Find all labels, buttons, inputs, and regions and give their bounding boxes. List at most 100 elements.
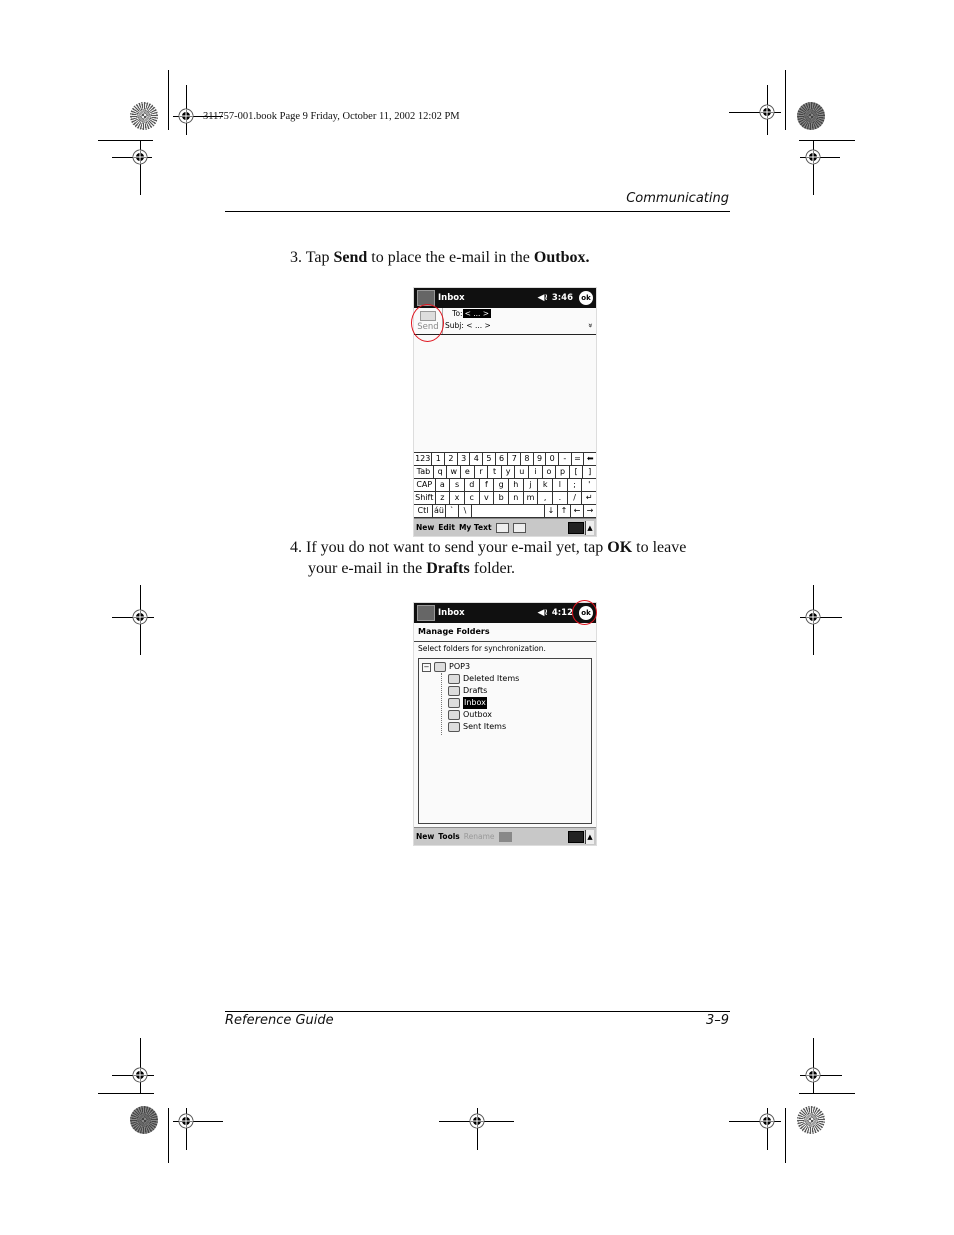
speaker-icon[interactable]: ◀≀ [538,608,548,618]
keyboard-icon[interactable] [568,521,584,534]
keyboard-key[interactable]: k [538,479,554,491]
collapse-icon[interactable]: − [422,662,431,672]
keyboard-key[interactable]: x [450,492,465,504]
clock[interactable]: 4:12 [552,608,573,618]
keyboard-key[interactable]: w [447,466,462,478]
keyboard-key[interactable]: . [553,492,568,504]
message-body[interactable] [414,335,596,452]
deleted-items-icon [448,674,460,684]
menu-edit[interactable]: Edit [438,523,455,532]
keyboard-key[interactable]: Tab [414,466,434,478]
keyboard-key[interactable]: \ [459,505,472,517]
keyboard-key[interactable]: 0 [546,453,560,465]
keyboard-key[interactable]: q [434,466,448,478]
keyboard-key[interactable]: o [543,466,557,478]
keyboard-key[interactable]: , [538,492,554,504]
keyboard-key[interactable]: t [488,466,502,478]
keyboard-key[interactable]: u [515,466,530,478]
attachment-icon[interactable] [512,522,526,533]
to-value[interactable]: < ... > [462,309,492,318]
keyboard-key[interactable]: ⬅ [584,453,596,465]
keyboard-icon[interactable] [568,830,584,843]
keyboard-key[interactable]: ↓ [545,505,558,517]
keyboard-key[interactable]: ` [446,505,459,517]
keyboard-key[interactable]: i [529,466,543,478]
keyboard-key[interactable]: d [465,479,480,491]
subject-value[interactable]: < ... > [466,321,491,330]
keyboard-key[interactable]: b [494,492,509,504]
keyboard-key[interactable]: g [494,479,509,491]
keyboard-key[interactable]: c [465,492,480,504]
folder-item-selected[interactable]: Inbox [422,697,588,709]
keyboard-key[interactable]: 8 [521,453,534,465]
keyboard-key[interactable]: 4 [470,453,484,465]
keyboard-key[interactable]: r [475,466,489,478]
keyboard-key[interactable]: - [559,453,572,465]
menu-my-text[interactable]: My Text [459,523,492,532]
keyboard-key[interactable]: = [572,453,585,465]
keyboard-key[interactable]: e [461,466,475,478]
keyboard-key[interactable]: l [553,479,568,491]
input-panel-arrow-button[interactable]: ▲ [585,829,594,844]
keyboard-key[interactable]: áü [433,505,446,517]
step-3: 3. Tap Send to place the e-mail in the O… [290,247,589,268]
expand-header-icon[interactable]: » [586,323,595,328]
keyboard-key[interactable]: 123 [414,453,433,465]
keyboard-key[interactable]: ; [568,479,583,491]
keyboard-key[interactable]: f [480,479,495,491]
menu-new[interactable]: New [416,832,434,841]
folder-tree: − POP3 Deleted Items Drafts Inbox Outbox… [418,658,592,824]
keyboard-key[interactable]: m [524,492,539,504]
keyboard-key[interactable]: z [436,492,451,504]
menu-new[interactable]: New [416,523,434,532]
folder-item[interactable]: Drafts [422,685,588,697]
start-menu-icon[interactable] [417,605,435,621]
keyboard-key[interactable]: p [556,466,570,478]
instruction-text: Select folders for synchronization. [418,644,546,653]
keyboard-key[interactable]: ↵ [582,492,596,504]
keyboard-key[interactable]: 7 [508,453,522,465]
keyboard-key[interactable]: ↑ [558,505,571,517]
highlight-circle-ok [572,600,597,625]
keyboard-key[interactable]: 3 [458,453,471,465]
keyboard-row: Tab q w e r t y u i o p[] [414,466,596,479]
keyboard-key[interactable]: CAP [414,479,436,491]
folder-item[interactable]: Deleted Items [422,673,588,685]
menu-tools[interactable]: Tools [438,832,459,841]
keyboard-key[interactable]: a [436,479,451,491]
keyboard-key[interactable]: h [509,479,524,491]
keyboard-key[interactable]: y [502,466,516,478]
keyboard-key[interactable]: ] [583,466,596,478]
address-book-icon[interactable] [495,522,509,533]
keyboard-key[interactable]: 2 [445,453,458,465]
app-title: Inbox [438,293,465,303]
to-field[interactable]: To: < ... > [445,308,596,320]
subject-field[interactable]: Subj: < ... > [445,320,596,332]
keyboard-key[interactable]: → [584,505,596,517]
keyboard-key[interactable]: s [450,479,465,491]
input-panel-arrow-button[interactable]: ▲ [585,520,594,535]
keyboard-key[interactable]: 9 [534,453,547,465]
keyboard-key[interactable]: / [568,492,583,504]
folder-item[interactable]: Outbox [422,709,588,721]
key-space[interactable] [472,505,545,517]
ok-button[interactable]: ok [579,291,593,305]
keyboard-key[interactable]: ' [582,479,596,491]
keyboard-key[interactable]: n [509,492,524,504]
keyboard-key[interactable]: [ [570,466,584,478]
keyboard-key[interactable]: Shift [414,492,436,504]
keyboard-key[interactable]: ← [571,505,584,517]
keyboard-key[interactable]: 1 [432,453,446,465]
title-bar: Inbox ◀≀ 3:46 ok [414,288,596,308]
tree-root-pop3[interactable]: − POP3 [422,661,588,673]
clock[interactable]: 3:46 [552,293,573,303]
speaker-icon[interactable]: ◀≀ [538,293,548,303]
keyboard-key[interactable]: Ctl [414,505,433,517]
menu-rename: Rename [463,832,495,841]
keyboard-key[interactable]: v [480,492,495,504]
keyboard-key[interactable]: 5 [483,453,496,465]
keyboard-key[interactable]: 6 [496,453,509,465]
keyboard-key[interactable]: j [524,479,539,491]
folder-item[interactable]: Sent Items [422,721,588,733]
crop-mark [799,1093,855,1094]
